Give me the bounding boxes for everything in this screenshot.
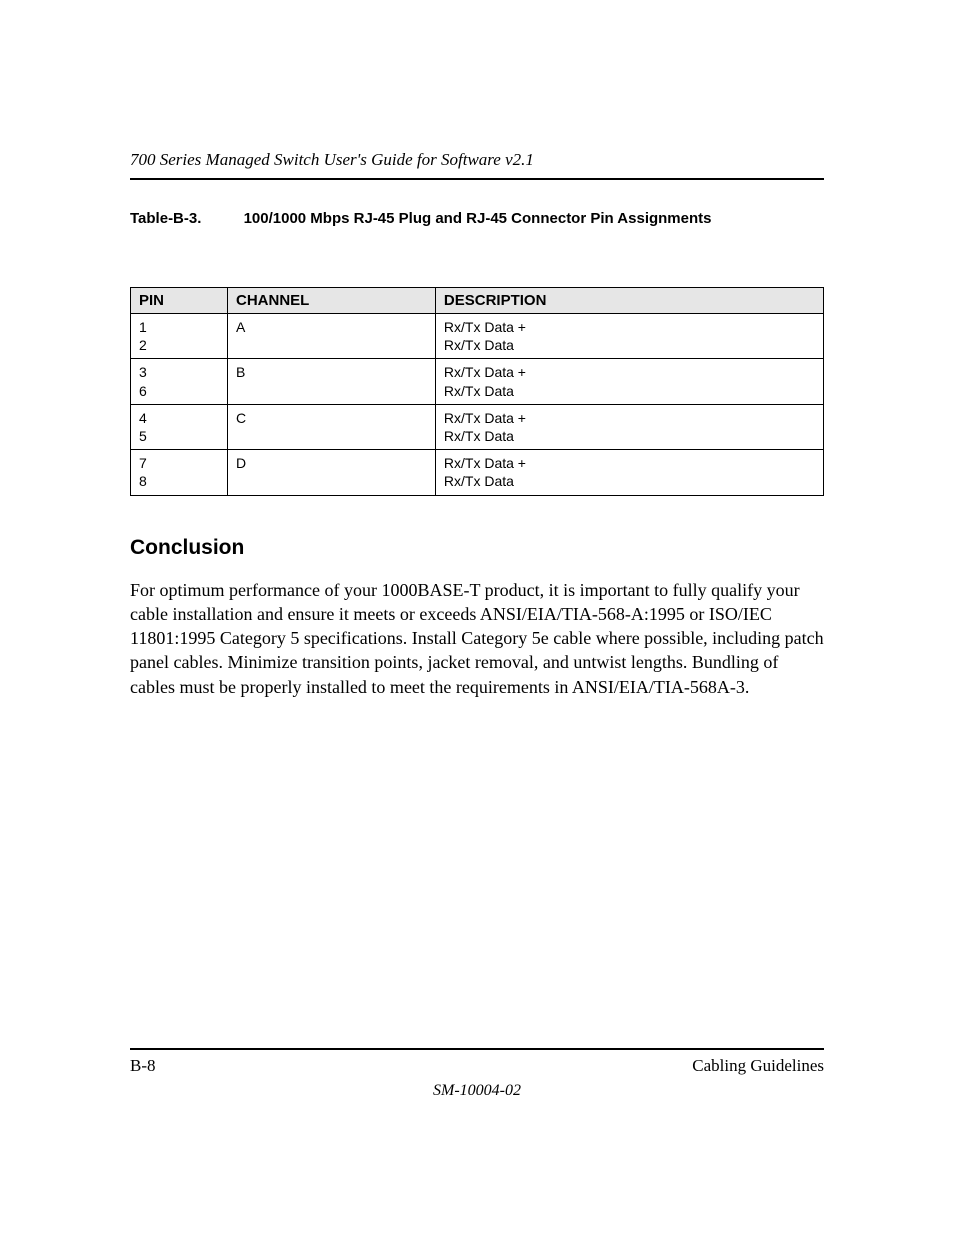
footer-section-title: Cabling Guidelines [692,1056,824,1076]
running-header: 700 Series Managed Switch User's Guide f… [130,150,824,180]
doc-id: SM-10004-02 [130,1082,824,1100]
desc-value: Rx/Tx Data [444,427,815,445]
th-description: DESCRIPTION [435,288,823,314]
desc-value: Rx/Tx Data + [444,363,815,381]
desc-value: Rx/Tx Data [444,336,815,354]
desc-value: Rx/Tx Data [444,382,815,400]
table-number: Table-B-3. [130,210,201,227]
table-row: 78 D Rx/Tx Data +Rx/Tx Data [131,450,824,495]
channel-value: A [228,314,436,359]
pin-value: 1 [139,318,219,336]
table-row: 36 B Rx/Tx Data +Rx/Tx Data [131,359,824,404]
channel-value: C [228,404,436,449]
pin-assignment-table: PIN CHANNEL DESCRIPTION 12 A Rx/Tx Data … [130,287,824,496]
table-row: 45 C Rx/Tx Data +Rx/Tx Data [131,404,824,449]
desc-value: Rx/Tx Data [444,472,815,490]
table-caption: Table-B-3. 100/1000 Mbps RJ-45 Plug and … [130,210,824,227]
channel-value: B [228,359,436,404]
channel-value: D [228,450,436,495]
section-heading: Conclusion [130,536,824,560]
page-footer: B-8 Cabling Guidelines SM-10004-02 [130,1048,824,1100]
pin-value: 2 [139,336,219,354]
pin-value: 8 [139,472,219,490]
body-paragraph: For optimum performance of your 1000BASE… [130,578,824,699]
desc-value: Rx/Tx Data + [444,318,815,336]
table-title: 100/1000 Mbps RJ-45 Plug and RJ-45 Conne… [244,210,712,227]
desc-value: Rx/Tx Data + [444,454,815,472]
pin-value: 7 [139,454,219,472]
page-number: B-8 [130,1056,156,1076]
pin-value: 5 [139,427,219,445]
pin-value: 6 [139,382,219,400]
pin-value: 4 [139,409,219,427]
desc-value: Rx/Tx Data + [444,409,815,427]
th-pin: PIN [131,288,228,314]
th-channel: CHANNEL [228,288,436,314]
pin-value: 3 [139,363,219,381]
table-row: 12 A Rx/Tx Data +Rx/Tx Data [131,314,824,359]
